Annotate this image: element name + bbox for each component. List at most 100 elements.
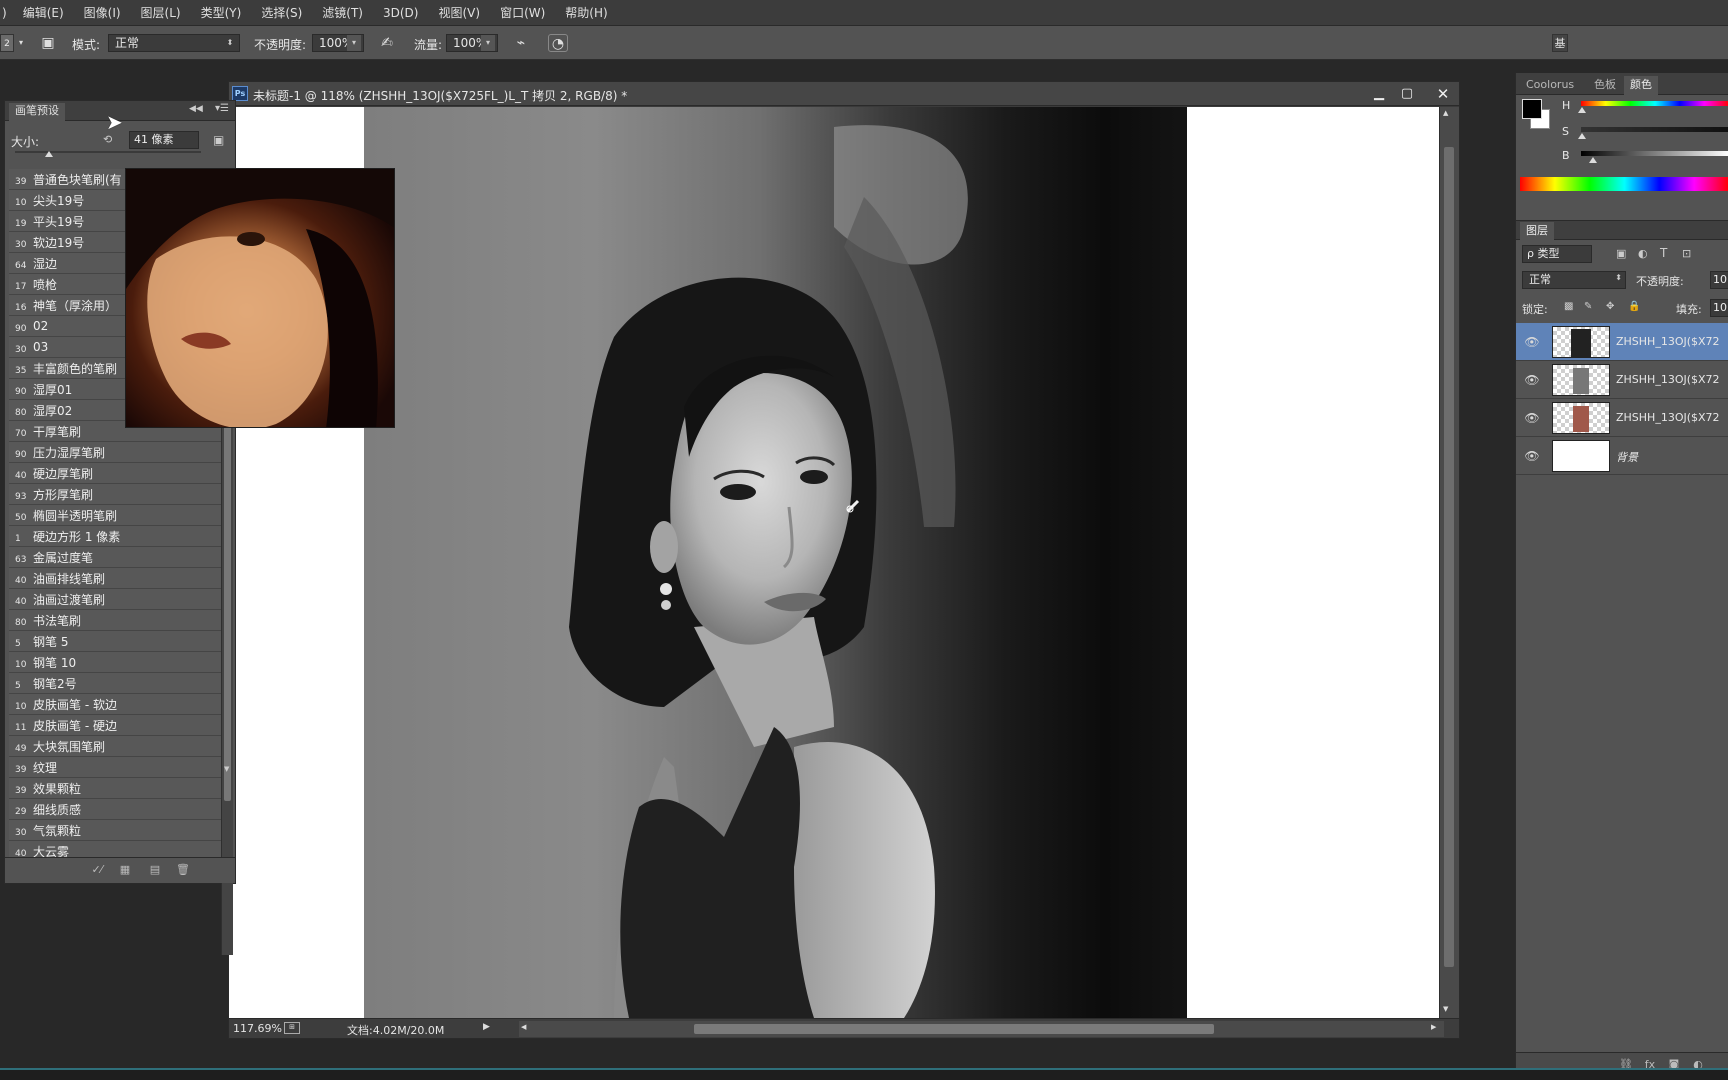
lock-all-icon[interactable]: 🔒 [1628,301,1640,312]
menu-item-window[interactable]: 窗口(W) [490,4,555,21]
eye-icon[interactable]: 👁 [1524,449,1540,463]
brush-preset-item[interactable]: 11 皮肤画笔 - 硬边 [9,715,221,736]
brush-preset-item[interactable]: 10 皮肤画笔 - 软边 [9,694,221,715]
brush-size-slider[interactable] [15,151,201,153]
panel-menu-icon[interactable]: ▾☰ [215,103,229,114]
close-icon[interactable]: ✕ [1429,84,1457,104]
layer-row[interactable]: 👁 ZHSHH_13OJ($X72 [1516,399,1728,437]
scroll-left-icon[interactable]: ◀ [521,1023,526,1031]
menu-item-image[interactable]: 图像(I) [74,4,131,21]
chevron-down-icon[interactable]: ▾ [347,35,361,51]
chevron-down-icon[interactable]: ▾ [481,35,495,51]
zoom-preview-icon[interactable]: ⊞ [284,1022,300,1034]
brush-preset-item[interactable]: 5 钢笔2号 [9,673,221,694]
menu-item-filter[interactable]: 滤镜(T) [312,4,373,21]
eye-icon[interactable]: 👁 [1524,373,1540,387]
brush-preset-item[interactable]: 1 硬边方形 1 像素 [9,526,221,547]
status-menu-arrow-icon[interactable]: ▶ [483,1022,490,1032]
workspace-button[interactable]: 基 [1552,34,1568,52]
menu-item-view[interactable]: 视图(V) [428,4,490,21]
brush-size-picker[interactable]: 2 [0,34,14,52]
brush-panel-toggle-icon[interactable]: ▣ [38,34,58,52]
blend-mode-select[interactable]: 正常 ⬍ [1522,271,1626,289]
brush-preset-item[interactable]: 40 油画排线笔刷 [9,568,221,589]
tab-color[interactable]: 颜色 [1624,76,1658,95]
opacity-input[interactable]: 100% ▾ [312,34,364,52]
tab-brush-presets[interactable]: 画笔预设 [9,103,65,121]
layer-row[interactable]: 👁 背景 [1516,437,1728,475]
flow-input[interactable]: 100% ▾ [446,34,498,52]
brush-size-input[interactable]: 41 像素 [129,131,199,149]
brush-preset-item[interactable]: 93 方形厚笔刷 [9,484,221,505]
brush-size-slider-handle[interactable] [45,151,53,157]
document-title-bar[interactable]: Ps 未标题-1 @ 118% (ZHSHH_13OJ($X725FL_)L_T… [229,82,1459,106]
brush-preset-item[interactable]: 80 书法笔刷 [9,610,221,631]
brightness-slider-handle[interactable] [1589,157,1597,163]
new-brush-icon[interactable]: ▤ [147,863,163,877]
collapse-panel-icon[interactable]: ◀◀ [189,104,203,114]
zoom-level[interactable]: 117.69% [233,1022,282,1035]
brush-preset-item[interactable]: 30 气氛颗粒 [9,820,221,841]
brush-preset-item[interactable]: 63 金属过度笔 [9,547,221,568]
brush-settings-icon[interactable]: ▦ [117,863,133,877]
pressure-size-icon[interactable]: ◔ [548,34,568,52]
foreground-color-swatch-front[interactable] [1522,99,1542,119]
saturation-slider-handle[interactable] [1578,133,1586,139]
tab-swatches[interactable]: 色板 [1588,76,1622,95]
vertical-scroll-thumb[interactable] [1444,147,1454,967]
filter-pixel-icon[interactable]: ▣ [1616,247,1626,260]
eye-icon[interactable]: 👁 [1524,411,1540,425]
filter-shape-icon[interactable]: ⊡ [1682,247,1691,260]
color-spectrum-ramp[interactable] [1520,177,1728,191]
fill-input[interactable]: 10 [1710,299,1728,317]
filter-adjustment-icon[interactable]: ◐ [1638,247,1648,260]
mode-select[interactable]: 正常 ⬍ [108,34,240,52]
menu-item-layer[interactable]: 图层(L) [131,4,191,21]
eye-icon[interactable]: 👁 [1524,335,1540,349]
vertical-scrollbar[interactable]: ▲ ▼ [1439,107,1459,1018]
brush-preset-item[interactable]: 90 压力湿厚笔刷 [9,442,221,463]
menu-item-help[interactable]: 帮助(H) [555,4,617,21]
new-brush-from-preset-icon[interactable]: ▣ [213,133,224,147]
menu-item-edit[interactable]: 编辑(E) [13,4,74,21]
brush-preset-item[interactable]: 39 效果颗粒 [9,778,221,799]
pressure-opacity-icon[interactable]: ✍ [377,34,397,52]
brush-preset-item[interactable]: 10 钢笔 10 [9,652,221,673]
scroll-down-icon[interactable]: ▼ [224,765,229,773]
brush-preset-item[interactable]: 40 硬边厚笔刷 [9,463,221,484]
menu-item-3d[interactable]: 3D(D) [373,6,428,20]
hue-slider[interactable] [1581,101,1728,106]
delete-brush-icon[interactable]: 🗑 [175,863,191,877]
brush-list-scroll-thumb[interactable] [224,401,231,801]
chevron-down-icon[interactable]: ▾ [15,34,27,52]
scroll-right-icon[interactable]: ▶ [1431,1023,1436,1031]
brush-preset-item[interactable]: 5 钢笔 5 [9,631,221,652]
filter-type-icon[interactable]: T [1660,246,1667,260]
brush-preset-item[interactable]: 49 大块氛围笔刷 [9,736,221,757]
layer-row[interactable]: 👁 ZHSHH_13OJ($X72 [1516,361,1728,399]
lock-image-icon[interactable]: ✎ [1584,301,1592,312]
tab-layers[interactable]: 图层 [1520,222,1554,241]
menu-item-file-partial[interactable]: ) [0,6,13,20]
toggle-brush-panel-icon[interactable]: ✓⁄ [89,863,105,877]
lock-transparent-icon[interactable]: ▩ [1564,301,1573,312]
brush-preset-item[interactable]: 40 油画过渡笔刷 [9,589,221,610]
canvas[interactable] [229,107,1439,1018]
hue-slider-handle[interactable] [1578,107,1586,113]
menu-item-type[interactable]: 类型(Y) [191,4,252,21]
layer-row[interactable]: 👁 ZHSHH_13OJ($X72 [1516,323,1728,361]
reset-size-icon[interactable]: ⟲ [103,133,112,146]
tab-coolorus[interactable]: Coolorus [1520,76,1580,95]
brush-preset-item[interactable]: 39 纹理 [9,757,221,778]
scroll-up-icon[interactable]: ▲ [1443,109,1448,117]
layer-filter-select[interactable]: ρ 类型 [1522,245,1592,263]
horizontal-scrollbar[interactable]: ◀ ▶ [519,1021,1444,1037]
lock-position-icon[interactable]: ✥ [1606,301,1614,312]
layer-opacity-input[interactable]: 10 [1710,271,1728,289]
menu-item-select[interactable]: 选择(S) [251,4,312,21]
scroll-down-icon[interactable]: ▼ [1443,1005,1448,1013]
horizontal-scroll-thumb[interactable] [694,1024,1214,1034]
saturation-slider[interactable] [1581,127,1728,132]
maximize-icon[interactable]: ▢ [1393,84,1421,104]
airbrush-icon[interactable]: ⌁ [511,34,531,52]
